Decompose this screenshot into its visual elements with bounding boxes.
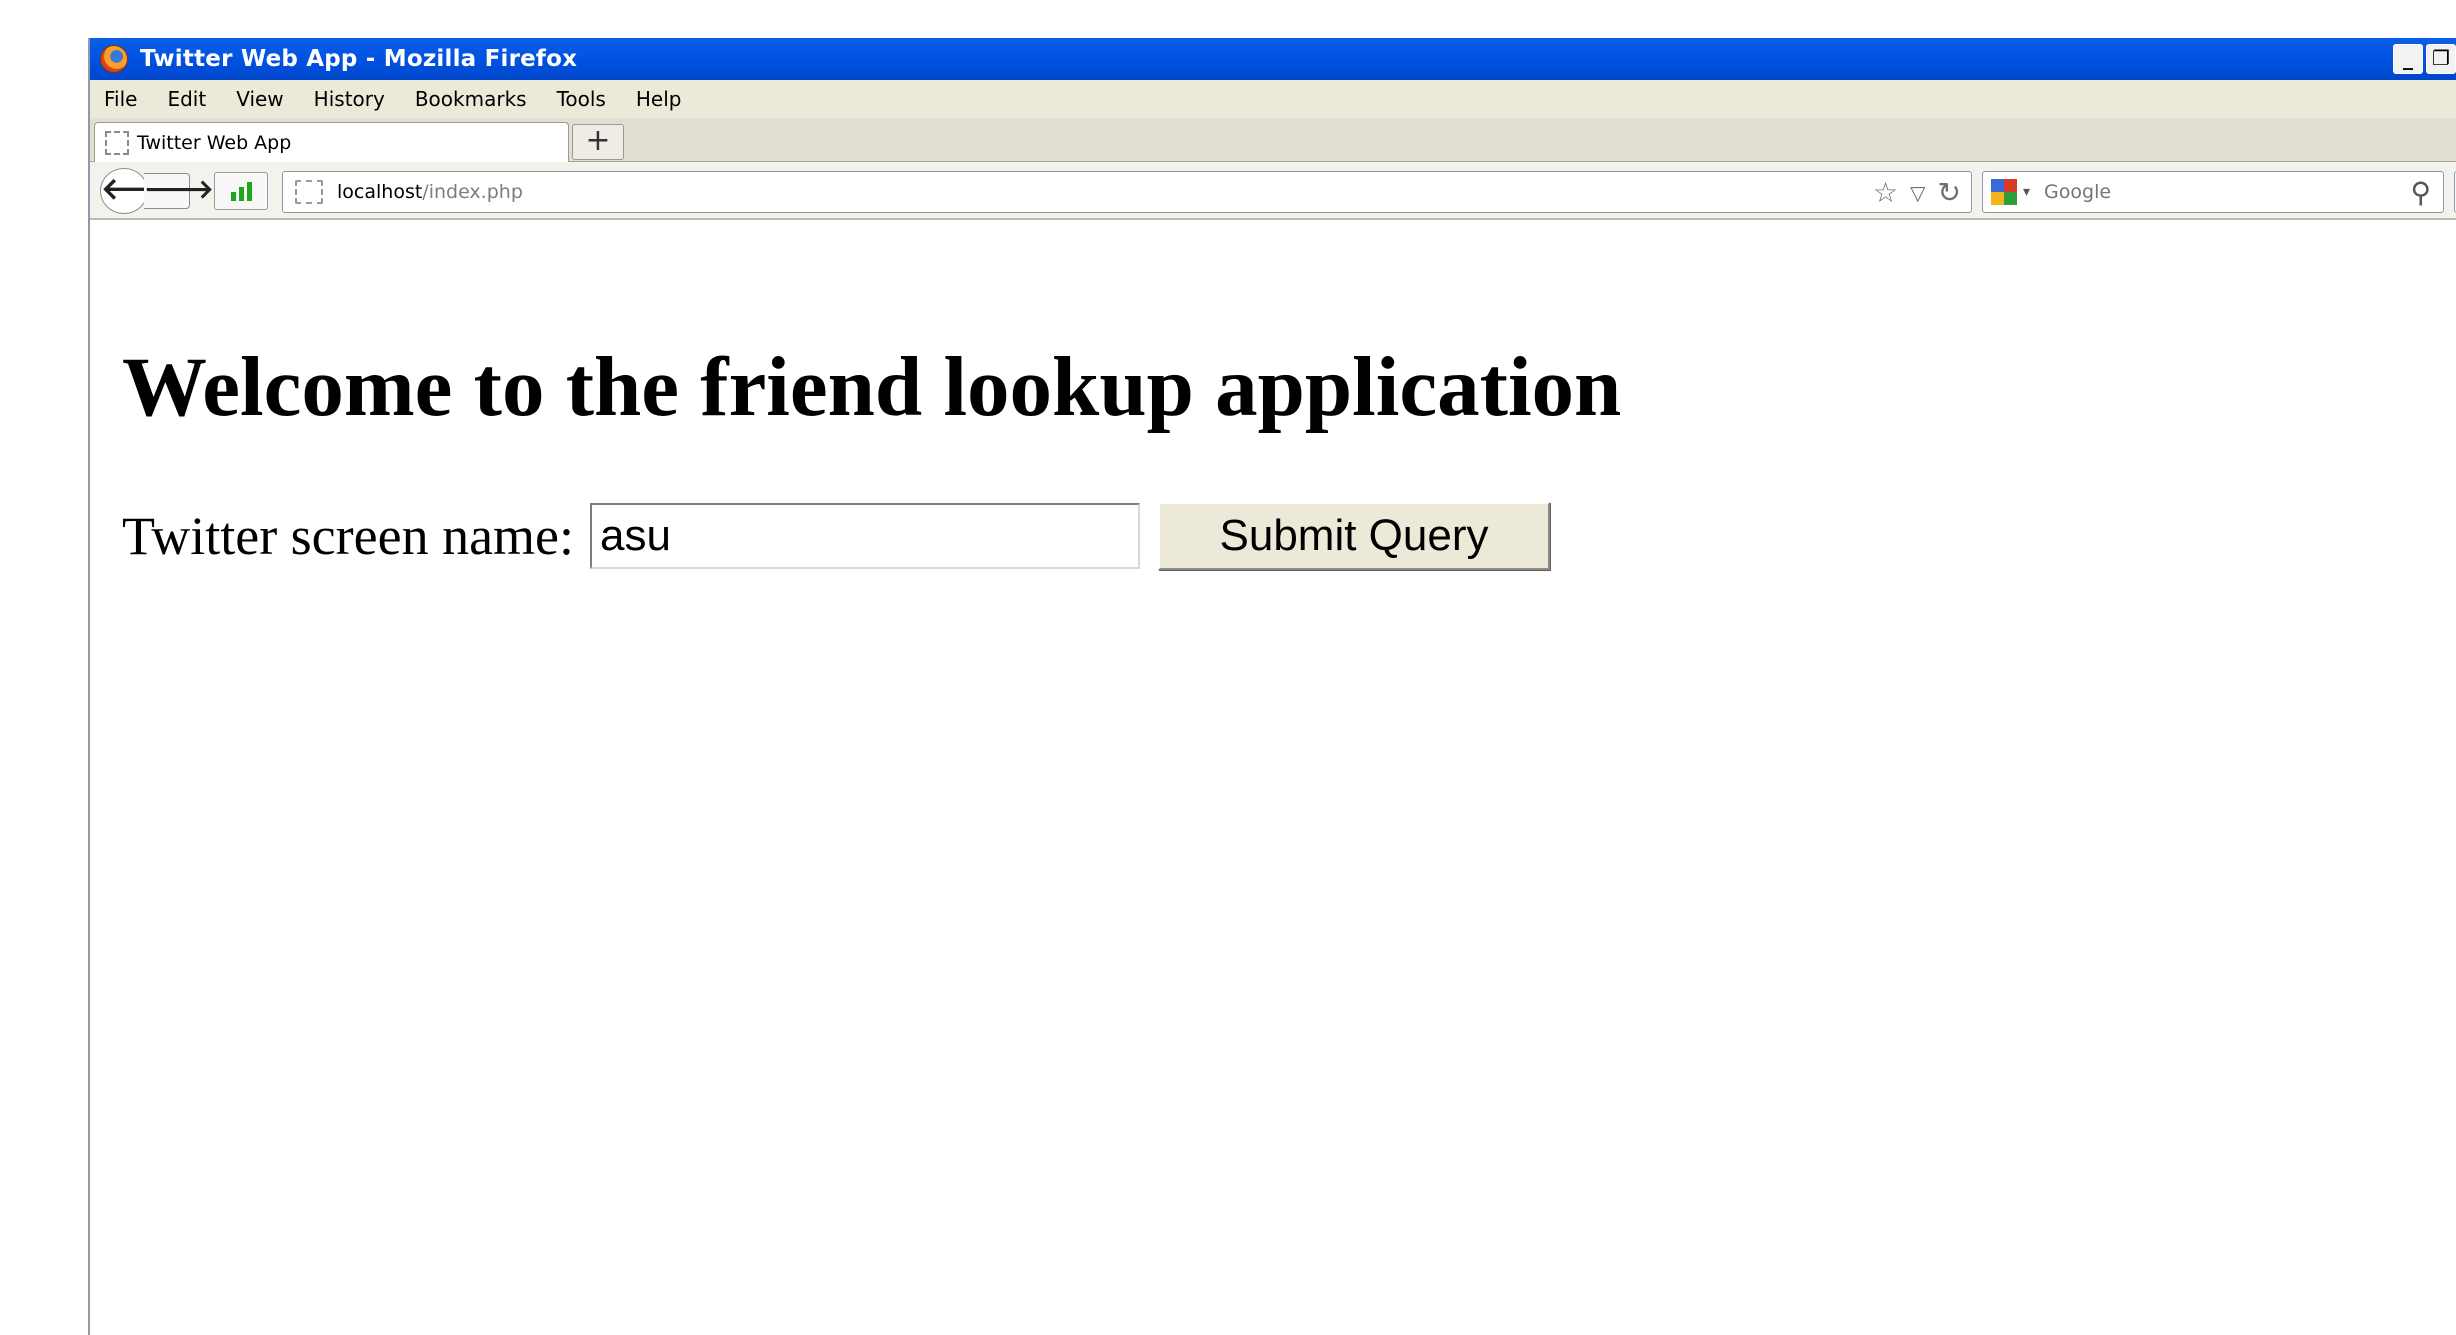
signal-bars-icon[interactable] <box>214 172 268 210</box>
tab-twitter-web-app[interactable]: Twitter Web App <box>94 122 569 163</box>
page-title: Welcome to the friend lookup application <box>122 340 1622 434</box>
firefox-icon <box>100 45 128 73</box>
reload-icon[interactable]: ↻ <box>1938 176 1961 209</box>
screen-name-input[interactable] <box>590 503 1141 569</box>
forward-button[interactable]: 🡒 <box>144 173 214 209</box>
restore-button[interactable]: ❐ <box>2426 44 2456 74</box>
search-input[interactable] <box>2042 180 2411 204</box>
bookmark-star-icon[interactable]: ☆ <box>1873 176 1898 209</box>
submit-query-button[interactable]: Submit Query <box>1158 502 1551 570</box>
new-tab-button[interactable]: + <box>572 124 624 160</box>
window-controls: _ ❐ <box>2393 44 2456 74</box>
url-bar-icons: ☆ ▽ ↻ <box>1873 176 1961 209</box>
title-bar[interactable]: Twitter Web App - Mozilla Firefox _ ❐ <box>90 38 2456 80</box>
tab-strip: Twitter Web App + <box>90 118 2456 163</box>
screen-name-label: Twitter screen name: <box>122 506 575 566</box>
menu-history[interactable]: History <box>314 87 385 111</box>
menu-tools[interactable]: Tools <box>557 87 606 111</box>
menu-file[interactable]: File <box>104 87 137 111</box>
tab-label: Twitter Web App <box>137 132 292 154</box>
back-forward-group: 🡐 🡒 <box>100 168 214 214</box>
menu-bookmarks[interactable]: Bookmarks <box>415 87 527 111</box>
history-dropdown-icon[interactable]: ▽ <box>1910 181 1925 205</box>
url-bar[interactable]: localhost/index.php ☆ ▽ ↻ <box>282 171 1972 213</box>
site-identity-icon[interactable] <box>295 180 323 204</box>
url-host: localhost <box>337 181 423 203</box>
browser-window: Twitter Web App - Mozilla Firefox _ ❐ Fi… <box>88 38 2456 1335</box>
google-icon[interactable] <box>1991 179 2017 205</box>
back-button[interactable]: 🡐 <box>100 168 181 214</box>
blank-page-icon <box>105 131 129 155</box>
menu-bar: File Edit View History Bookmarks Tools H… <box>90 80 2456 118</box>
menu-view[interactable]: View <box>236 87 283 111</box>
search-engine-dropdown-icon[interactable]: ▾ <box>2023 184 2030 200</box>
page-content: Welcome to the friend lookup application… <box>90 220 2456 1335</box>
menu-edit[interactable]: Edit <box>167 87 206 111</box>
search-bar[interactable]: ▾ ⚲ <box>1982 171 2444 213</box>
lookup-form: Twitter screen name: Submit Query <box>122 502 1551 570</box>
minimize-button[interactable]: _ <box>2393 44 2423 74</box>
window-title: Twitter Web App - Mozilla Firefox <box>140 46 578 72</box>
url-path: /index.php <box>422 181 523 203</box>
menu-help[interactable]: Help <box>636 87 682 111</box>
search-icon[interactable]: ⚲ <box>2410 176 2431 209</box>
navigation-toolbar: 🡐 🡒 localhost/index.php ☆ ▽ ↻ ▾ ⚲ <box>90 162 2456 220</box>
